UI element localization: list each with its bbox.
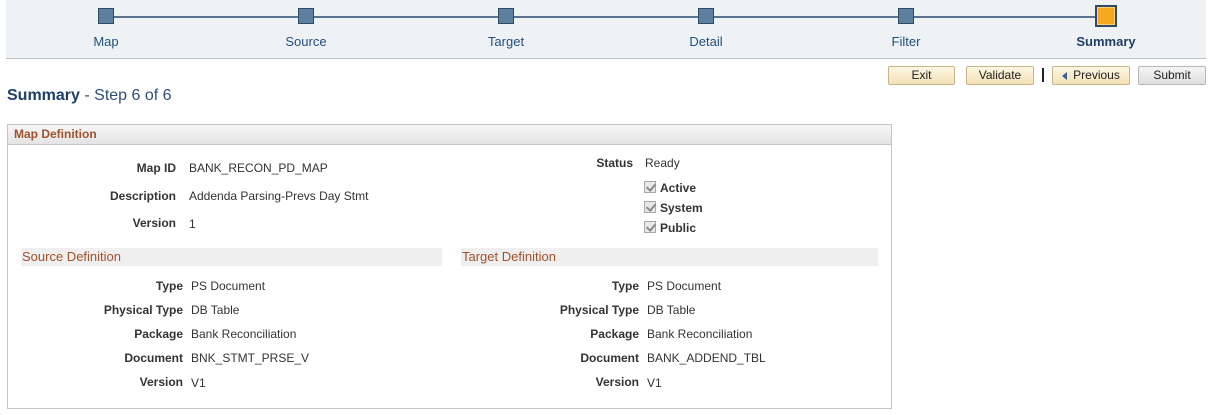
step-map[interactable]: Map <box>36 0 176 59</box>
source-document-label: Document <box>124 351 183 365</box>
step-summary: Summary <box>1036 0 1176 59</box>
source-package-value: Bank Reconciliation <box>191 327 297 341</box>
submit-button[interactable]: Submit <box>1138 66 1206 85</box>
source-version-value: V1 <box>191 376 206 390</box>
checkbox-checked-icon <box>644 201 656 213</box>
exit-button[interactable]: Exit <box>888 66 955 85</box>
chevron-left-icon <box>1062 72 1068 80</box>
version-value: 1 <box>189 217 196 231</box>
checkbox-checked-icon <box>644 181 656 193</box>
previous-button[interactable]: Previous <box>1052 66 1130 85</box>
validate-button[interactable]: Validate <box>966 66 1034 85</box>
page-title-text: Summary <box>7 87 80 104</box>
source-package-label: Package <box>134 327 183 341</box>
source-version-label: Version <box>139 375 183 389</box>
source-physical-type-value: DB Table <box>191 303 240 317</box>
map-id-value: BANK_RECON_PD_MAP <box>189 161 328 175</box>
system-label: System <box>660 201 703 215</box>
target-version-value: V1 <box>647 376 662 390</box>
step-node-icon[interactable] <box>98 8 114 24</box>
step-label[interactable]: Target <box>436 34 576 49</box>
target-type-value: PS Document <box>647 279 722 293</box>
step-label[interactable]: Detail <box>636 34 776 49</box>
target-physical-type-label: Physical Type <box>559 303 639 317</box>
step-label: Summary <box>1076 34 1136 49</box>
step-label[interactable]: Map <box>36 34 176 49</box>
step-node-icon[interactable] <box>898 8 914 24</box>
system-checkbox: System <box>644 200 804 216</box>
target-document-label: Document <box>580 351 639 365</box>
description-label: Description <box>109 189 176 203</box>
target-package-label: Package <box>590 327 639 341</box>
source-type-label: Type <box>155 279 183 293</box>
source-definition-heading: Source Definition <box>21 248 442 266</box>
source-type-value: PS Document <box>191 279 266 293</box>
version-label: Version <box>132 216 176 230</box>
public-label: Public <box>660 221 697 235</box>
target-physical-type-value: DB Table <box>647 303 696 317</box>
target-version-label: Version <box>595 375 639 389</box>
status-value: Ready <box>645 156 680 170</box>
previous-button-label: Previous <box>1073 68 1120 82</box>
step-detail[interactable]: Detail <box>636 0 776 59</box>
step-node-icon[interactable] <box>298 8 314 24</box>
target-document-value: BANK_ADDEND_TBL <box>647 351 766 365</box>
target-package-value: Bank Reconciliation <box>647 327 753 341</box>
step-target[interactable]: Target <box>436 0 576 59</box>
toolbar-separator <box>1042 68 1044 82</box>
page-step-text: - Step 6 of 6 <box>79 87 172 104</box>
step-node-icon[interactable] <box>698 8 714 24</box>
step-label[interactable]: Source <box>236 34 376 49</box>
step-source[interactable]: Source <box>236 0 376 59</box>
map-id-label: Map ID <box>136 161 176 175</box>
public-checkbox: Public <box>644 220 804 236</box>
description-value: Addenda Parsing-Prevs Day Stmt <box>189 189 369 203</box>
map-definition-heading: Map Definition <box>8 125 891 145</box>
step-label[interactable]: Filter <box>836 34 976 49</box>
step-filter[interactable]: Filter <box>836 0 976 59</box>
active-checkbox: Active <box>644 180 804 196</box>
step-train: Map Source Target Detail Filter Summary <box>6 0 1206 59</box>
source-physical-type-label: Physical Type <box>103 303 183 317</box>
target-definition-heading: Target Definition <box>461 248 878 266</box>
step-node-icon[interactable] <box>498 8 514 24</box>
page-title: Summary - Step 6 of 6 <box>7 87 172 105</box>
status-label: Status <box>596 156 633 170</box>
checkbox-checked-icon <box>644 221 656 233</box>
source-document-value: BNK_STMT_PRSE_V <box>191 351 310 365</box>
target-type-label: Type <box>611 279 639 293</box>
active-label: Active <box>660 181 697 195</box>
step-node-current-icon <box>1095 5 1117 27</box>
